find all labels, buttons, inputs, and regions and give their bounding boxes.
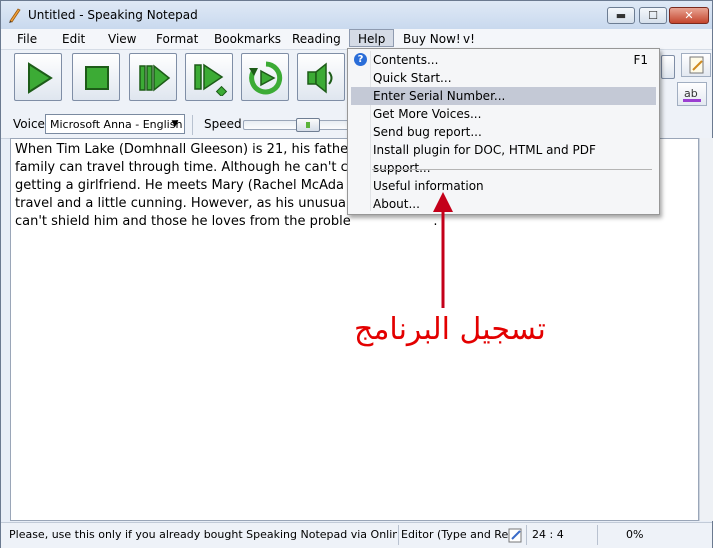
pause-icon	[139, 64, 171, 92]
menu-reading[interactable]: Reading	[292, 32, 341, 46]
font-color-icon: ab	[683, 87, 701, 102]
slider-grip-icon	[306, 122, 310, 128]
help-dropdown-menu: ? Contents... F1 Quick Start... Enter Se…	[347, 48, 660, 215]
speaker-button[interactable]	[297, 53, 345, 101]
close-button[interactable]: ✕	[669, 7, 709, 24]
menu-item-quick-start[interactable]: Quick Start...	[351, 69, 656, 87]
edit-mode-icon	[508, 528, 522, 543]
menu-format[interactable]: Format	[156, 32, 198, 46]
toolbar-font-color-button[interactable]: ab	[677, 82, 707, 106]
play-button[interactable]	[14, 53, 62, 101]
annotation-arrow	[433, 192, 453, 308]
read-selection-button[interactable]	[185, 53, 233, 101]
menu-item-label: Contents...	[373, 53, 439, 67]
maximize-button[interactable]: ☐	[639, 7, 667, 24]
read-selection-icon	[194, 63, 228, 96]
menu-bookmarks[interactable]: Bookmarks	[214, 32, 281, 46]
status-divider	[398, 525, 399, 545]
menu-item-useful-information[interactable]: Useful information	[351, 177, 656, 195]
voice-value: Microsoft Anna - English	[50, 118, 183, 131]
menu-item-install-plugin[interactable]: Install plugin for DOC, HTML and PDF sup…	[351, 141, 656, 175]
maximize-icon: ☐	[648, 9, 658, 22]
window-title: Untitled - Speaking Notepad	[28, 8, 198, 22]
menu-item-label: Install plugin for DOC, HTML and PDF sup…	[373, 143, 596, 175]
menu-extra[interactable]: v!	[463, 32, 475, 46]
close-icon: ✕	[684, 9, 694, 22]
voice-label: Voice:	[13, 117, 49, 131]
menu-item-label: Quick Start...	[373, 71, 452, 85]
menu-item-about[interactable]: About...	[351, 195, 656, 213]
notes-icon	[689, 56, 704, 74]
status-divider	[597, 525, 598, 545]
toolbar-green-button[interactable]	[661, 55, 675, 79]
status-hint: Please, use this only if you already bou…	[9, 528, 397, 541]
status-progress: 0%	[626, 528, 644, 541]
menu-edit[interactable]: Edit	[62, 32, 85, 46]
chevron-down-icon: ▼	[171, 119, 179, 129]
speed-slider[interactable]	[243, 118, 355, 132]
menu-item-label: Useful information	[373, 179, 484, 193]
stop-icon	[85, 66, 109, 90]
speaker-icon	[307, 62, 333, 94]
voice-select[interactable]: Microsoft Anna - English ▼	[45, 114, 185, 134]
menu-separator	[372, 169, 652, 170]
menu-bar: File Edit View Format Bookmarks Reading …	[1, 29, 712, 50]
menu-item-label: Send bug report...	[373, 125, 482, 139]
toolbar-divider	[192, 115, 193, 135]
minimize-button[interactable]: ▬	[607, 7, 635, 24]
minimize-icon: ▬	[615, 9, 627, 22]
play-icon	[28, 62, 53, 94]
menu-help[interactable]: Help	[349, 29, 395, 47]
menu-view[interactable]: View	[108, 32, 136, 46]
menu-file[interactable]: File	[17, 32, 37, 46]
repeat-icon	[249, 61, 283, 95]
menu-item-label: Get More Voices...	[373, 107, 482, 121]
menu-item-enter-serial-number[interactable]: Enter Serial Number...	[351, 87, 656, 105]
menu-item-shortcut: F1	[633, 53, 648, 67]
status-mode: Editor (Type and Read)	[401, 528, 509, 541]
status-position: 24 : 4	[532, 528, 564, 541]
toolbar-notes-button[interactable]	[681, 53, 711, 77]
annotation-text: تسجيل البرنامج	[354, 312, 546, 347]
editor-line: can't shield him and those he loves from…	[15, 214, 438, 229]
menu-item-label: About...	[373, 197, 420, 211]
speed-slider-thumb[interactable]	[296, 118, 320, 132]
menu-item-send-bug-report[interactable]: Send bug report...	[351, 123, 656, 141]
status-divider	[526, 525, 527, 545]
menu-item-label: Enter Serial Number...	[373, 89, 506, 103]
menu-buy-now[interactable]: Buy Now!	[403, 32, 461, 46]
svg-text:ab: ab	[684, 87, 698, 100]
menu-item-get-more-voices[interactable]: Get More Voices...	[351, 105, 656, 123]
status-bar: Please, use this only if you already bou…	[1, 522, 712, 548]
repeat-button[interactable]	[241, 53, 289, 101]
help-icon: ?	[354, 53, 367, 66]
stop-button[interactable]	[72, 53, 120, 101]
title-bar[interactable]: Untitled - Speaking Notepad ▬ ☐ ✕	[1, 1, 712, 29]
vertical-scrollbar[interactable]	[699, 138, 713, 521]
pause-button[interactable]	[129, 53, 177, 101]
menu-item-contents[interactable]: ? Contents... F1	[351, 51, 656, 69]
app-icon	[9, 8, 21, 23]
speed-label: Speed:	[204, 117, 246, 131]
